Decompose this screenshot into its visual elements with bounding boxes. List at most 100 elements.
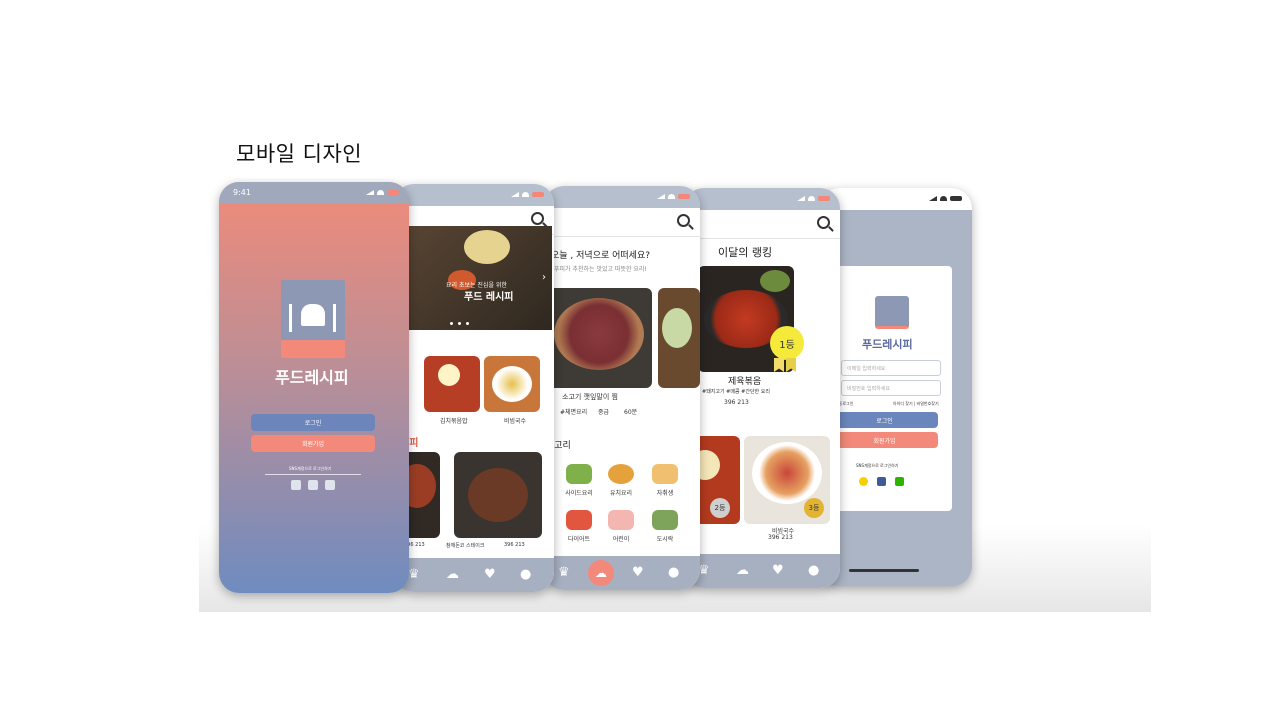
search-icon[interactable] xyxy=(531,212,544,225)
splash-app-name: 푸드레시피 xyxy=(275,368,349,387)
login-button[interactable]: 로그인 xyxy=(831,412,938,428)
naver-icon[interactable] xyxy=(325,480,335,490)
find-account-link[interactable]: 아이디 찾기 | 비밀번호찾기 xyxy=(893,401,939,407)
login-app-name: 푸드레시피 xyxy=(862,338,913,351)
phone-splash: 9:41 푸드레시피 로그인 회원가입 SNS계정으로 로그인하기 xyxy=(219,182,409,593)
rank-1-stats: 396 213 xyxy=(724,399,749,406)
suggest-dish-photo-2 xyxy=(658,288,700,388)
rank-2-label: 2등 xyxy=(714,504,726,512)
status-bar xyxy=(394,184,554,206)
search-icon[interactable] xyxy=(677,214,690,227)
phone-home: 요리 초보는 진심을 위한 푸드 레시피 › 김치볶음밥 비빔국수 시피 396… xyxy=(394,184,554,592)
suggest-tag-1: #체면요리 xyxy=(560,409,588,416)
recipe-card-photo-2 xyxy=(454,452,542,538)
splash-signup-button[interactable]: 회원가입 xyxy=(251,435,375,452)
status-bar xyxy=(819,188,972,210)
app-logo xyxy=(875,296,909,329)
suggest-dish-photo xyxy=(548,288,652,388)
recipe-name-1: 김치볶음밥 xyxy=(440,418,468,425)
category-label: 자취생 xyxy=(656,490,674,497)
wifi-icon xyxy=(522,192,529,197)
category-item[interactable]: 다이어트 xyxy=(558,510,600,543)
suggest-tag-3: 60분 xyxy=(624,409,638,416)
splash-login-button[interactable]: 로그인 xyxy=(251,414,375,431)
user-icon[interactable]: ● xyxy=(808,564,819,577)
category-item[interactable]: 자취생 xyxy=(644,464,686,497)
crown-icon[interactable]: ♛ xyxy=(408,568,420,581)
battery-icon xyxy=(678,194,690,199)
crown-icon[interactable]: ♛ xyxy=(558,566,570,579)
chef-hat-active-icon[interactable]: ☁ xyxy=(588,560,614,586)
signal-icon xyxy=(366,190,374,195)
signal-icon xyxy=(511,192,519,197)
tab-bar: ♛ ☁ ♥ ● xyxy=(684,554,840,588)
email-field[interactable]: 이메일 입력하세요 xyxy=(841,360,941,376)
phone-suggest: 오늘 , 저녁으로 어떠세요? 푸피가 추천하는 맛있고 따뜻한 요리! 소고기… xyxy=(544,186,700,590)
slide-title: 모바일 디자인 xyxy=(236,142,363,166)
rank-1-label: 1등 xyxy=(779,339,795,351)
spoon-icon xyxy=(289,304,292,332)
side-dish-icon xyxy=(566,464,592,484)
kakao-icon[interactable] xyxy=(291,480,301,490)
search-icon[interactable] xyxy=(817,216,830,229)
password-field[interactable]: 비밀번호 입력하세요 xyxy=(841,380,941,396)
phone-login: 푸드레시피 이메일 입력하세요 비밀번호 입력하세요 자동로그인 아이디 찾기 … xyxy=(819,188,972,586)
banner-line-2: 푸드 레시피 xyxy=(464,292,514,303)
facebook-icon[interactable] xyxy=(877,477,886,486)
wifi-icon xyxy=(808,196,815,201)
banner-next-icon[interactable]: › xyxy=(542,272,546,283)
app-logo xyxy=(281,280,345,358)
wifi-icon xyxy=(940,196,947,201)
heart-icon[interactable]: ♥ xyxy=(772,564,784,577)
top-bar xyxy=(684,210,840,239)
rank-1-dish-name: 제육볶음 xyxy=(728,377,762,387)
heart-icon[interactable]: ♥ xyxy=(632,566,644,579)
sns-divider xyxy=(265,474,361,475)
lunchbox-icon xyxy=(652,510,678,530)
category-label: 어린이 xyxy=(612,536,630,543)
wifi-icon xyxy=(377,190,384,195)
kids-dish-icon xyxy=(608,464,634,484)
ranking-title: 이달의 랭킹 xyxy=(718,246,773,259)
login-card: 푸드레시피 이메일 입력하세요 비밀번호 입력하세요 자동로그인 아이디 찾기 … xyxy=(831,266,952,511)
battery-icon xyxy=(950,196,962,201)
home-banner: 요리 초보는 진심을 위한 푸드 레시피 › xyxy=(394,226,552,330)
kakao-icon[interactable] xyxy=(859,477,868,486)
signal-icon xyxy=(657,194,665,199)
top-bar xyxy=(544,208,700,237)
category-item[interactable]: 어린이 xyxy=(600,510,642,543)
status-bar xyxy=(544,186,700,208)
signal-icon xyxy=(797,196,805,201)
user-icon[interactable]: ● xyxy=(668,566,679,579)
rank-1-badge: 1등 xyxy=(770,326,804,360)
category-item[interactable]: 유치요리 xyxy=(600,464,642,497)
chef-hat-icon[interactable]: ☁ xyxy=(736,564,749,577)
single-living-icon xyxy=(652,464,678,484)
chef-hat-icon[interactable]: ☁ xyxy=(446,568,459,581)
signup-button[interactable]: 회원가입 xyxy=(831,432,938,448)
category-label: 유치요리 xyxy=(609,490,633,497)
rank-2-badge: 2등 xyxy=(710,498,730,518)
fork-icon xyxy=(333,304,336,332)
user-icon[interactable]: ● xyxy=(520,568,531,581)
suggest-dish-name: 소고기 깻잎말이 찜 xyxy=(562,393,618,401)
recipe-photo-1 xyxy=(424,356,480,412)
home-indicator xyxy=(849,569,919,572)
facebook-icon[interactable] xyxy=(308,480,318,490)
category-item[interactable]: 도시락 xyxy=(644,510,686,543)
rank-1-dish-tags: #돼지고기 #매콤 #간단한 요리 xyxy=(702,389,770,395)
suggest-question: 오늘 , 저녁으로 어떠세요? xyxy=(551,251,651,261)
heart-icon[interactable]: ♥ xyxy=(484,568,496,581)
mockup-stage: 푸드레시피 이메일 입력하세요 비밀번호 입력하세요 자동로그인 아이디 찾기 … xyxy=(199,178,1151,612)
status-bar xyxy=(684,188,840,210)
battery-icon xyxy=(532,192,544,197)
battery-icon xyxy=(818,196,830,201)
rank-3-label: 3등 xyxy=(808,504,820,512)
splash-sns-text: SNS계정으로 로그인하기 xyxy=(289,466,332,471)
category-item[interactable]: 사이드요리 xyxy=(558,464,600,497)
naver-icon[interactable] xyxy=(895,477,904,486)
sns-login-text: SNS계정으로 로그인하기 xyxy=(856,463,899,468)
diet-icon xyxy=(566,510,592,530)
signal-icon xyxy=(929,196,937,201)
category-label: 도시락 xyxy=(656,536,674,543)
